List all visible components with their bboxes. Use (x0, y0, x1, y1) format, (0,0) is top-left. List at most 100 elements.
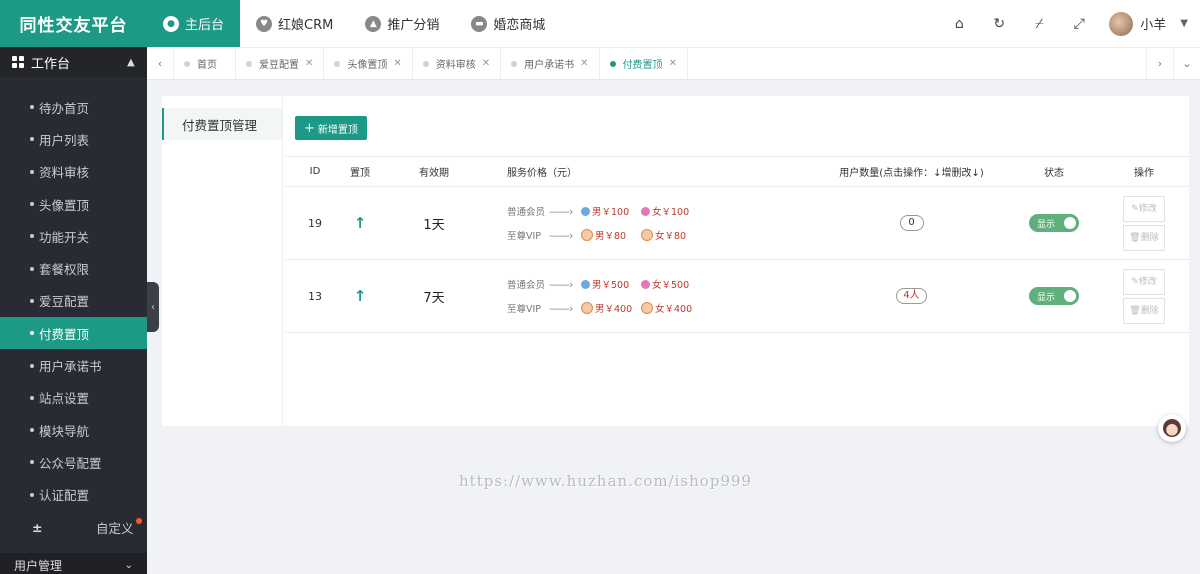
sidebar-item-label: 站点设置 (39, 391, 90, 407)
main-card: 付费置顶管理 + 新增置顶 ID 置顶 有效期 服务价格（元） 用户数量(点击操作… (162, 96, 1189, 426)
table-row: 13 ↑ 7天 普通会员 ——› 男￥500 女￥500 至尊VIP ——› 男… (284, 259, 1189, 333)
sidebar-item-users[interactable]: 用户列表 (0, 123, 147, 155)
plus-icon: + (304, 120, 315, 136)
edit-button[interactable]: ✎修改 (1123, 268, 1165, 295)
edit-button[interactable]: ✎修改 (1123, 195, 1165, 222)
tabs-prev-button[interactable]: ‹ (147, 47, 174, 80)
user-count-button[interactable]: 4人 (896, 288, 927, 304)
sidebar-item-site[interactable]: 站点设置 (0, 382, 147, 414)
sidebar-item-idol[interactable]: 爱豆配置 (0, 285, 147, 317)
watermark: https://www.huzhan.com/ishop999 (459, 472, 753, 490)
sidebar-item-custom[interactable]: ± 自定义 (0, 511, 147, 543)
valid-text: 7天 (423, 290, 445, 306)
close-icon[interactable]: ✕ (580, 58, 588, 69)
price-label: 普通会员 (507, 280, 546, 291)
topnav-mall[interactable]: ▬ 婚恋商城 (455, 0, 561, 47)
sidebar-item-label: 功能开关 (39, 229, 90, 245)
sidebar-item-review[interactable]: 资料审核 (0, 156, 147, 188)
table-header: ID 置顶 有效期 服务价格（元） 用户数量(点击操作：↓增删改↓) 状态 操作 (284, 156, 1189, 187)
avatar[interactable] (1109, 11, 1134, 36)
price-male: 男￥400 (595, 304, 633, 315)
tab-paid-top[interactable]: 付费置顶 ✕ (600, 47, 688, 80)
tab-label: 爱豆配置 (259, 60, 299, 71)
tabs: 首页 爱豆配置 ✕ 头像置顶 ✕ 资料审核 ✕ 用户承诺书 ✕ 付费置顶 ✕ (174, 47, 1146, 80)
username[interactable]: 小羊 (1140, 14, 1166, 33)
sidebar-item-label: 认证配置 (39, 488, 90, 504)
sidebar-item-paid-top[interactable]: 付费置顶 (0, 317, 147, 350)
delete-button[interactable]: 🗑删除 (1123, 297, 1165, 324)
menu-group-workbench[interactable]: 工作台 ▼ (0, 47, 147, 77)
cell-price: 普通会员 ——› 男￥100 女￥100 至尊VIP ——› 男￥80 女￥80 (494, 186, 814, 260)
menu-group-label: 用户管理 (14, 558, 63, 573)
pin-top-icon: ↑ (353, 214, 367, 232)
edit-label: 修改 (1138, 203, 1157, 214)
shop-icon: ▬ (471, 15, 488, 32)
customer-service-avatar[interactable] (1158, 414, 1186, 442)
tab-avatar-top[interactable]: 头像置顶 ✕ (324, 47, 413, 80)
col-top: 置顶 (346, 156, 374, 187)
sidebar-item-label: 套餐权限 (39, 262, 90, 278)
tab-review[interactable]: 资料审核 ✕ (413, 47, 502, 80)
cell-price: 普通会员 ——› 男￥500 女￥500 至尊VIP ——› 男￥400 女￥4… (494, 259, 814, 333)
refresh-icon[interactable]: ↻ (979, 16, 1019, 32)
chevron-down-icon: ⌄ (124, 559, 133, 571)
sidebar-item-plans[interactable]: 套餐权限 (0, 252, 147, 284)
tab-home[interactable]: 首页 (174, 47, 236, 80)
topnav-distribution[interactable]: ▲ 推广分销 (349, 0, 455, 47)
vip-male-icon (581, 229, 593, 241)
close-icon[interactable]: ✕ (305, 58, 313, 69)
caret-down-icon[interactable]: ▼ (1180, 18, 1188, 29)
sidebar-item-avatar-top[interactable]: 头像置顶 (0, 188, 147, 220)
tab-idol[interactable]: 爱豆配置 ✕ (236, 47, 325, 80)
price-line-vip: 至尊VIP ——› 男￥80 女￥80 (507, 223, 814, 247)
tabs-menu-button[interactable]: ⌄ (1173, 47, 1200, 80)
sidebar-item-todo[interactable]: 待办首页 (0, 91, 147, 123)
add-top-button[interactable]: + 新增置顶 (295, 116, 367, 140)
sidebar-item-modules[interactable]: 模块导航 (0, 414, 147, 446)
status-toggle[interactable]: 显示 (1029, 287, 1079, 305)
tab-label: 首页 (197, 60, 217, 71)
top-nav: ● 主后台 ♥ 红娘CRM ▲ 推广分销 ▬ 婚恋商城 (147, 0, 561, 47)
close-icon[interactable]: ✕ (393, 58, 401, 69)
tabs-bar: ‹ 首页 爱豆配置 ✕ 头像置顶 ✕ 资料审核 ✕ 用户承诺书 ✕ 付费置顶 ✕ › ⌄ (147, 47, 1200, 80)
fullscreen-icon[interactable]: ⤢ (1059, 16, 1099, 32)
heart-icon: ♥ (256, 15, 273, 32)
user-count-button[interactable]: 0 (899, 215, 924, 231)
status-label: 显示 (1037, 292, 1056, 303)
close-icon[interactable]: ✕ (482, 58, 490, 69)
price-line-normal: 普通会员 ——› 男￥500 女￥500 (507, 272, 814, 296)
add-button-label: 新增置顶 (317, 124, 358, 136)
delete-label: 删除 (1140, 305, 1159, 316)
topnav-main[interactable]: ● 主后台 (147, 0, 241, 47)
sidebar-item-pledge[interactable]: 用户承诺书 (0, 349, 147, 381)
sidebar-item-wechat[interactable]: 公众号配置 (0, 446, 147, 478)
table-row: 19 ↑ 1天 普通会员 ——› 男￥100 女￥100 至尊VIP ——› 男… (284, 186, 1189, 260)
top-bar: ● 主后台 ♥ 红娘CRM ▲ 推广分销 ▬ 婚恋商城 ⌂ ↻ ⌿ ⤢ 小羊 ▼ (147, 0, 1200, 47)
topnav-label: 主后台 (185, 18, 225, 33)
sidebar-collapse-button[interactable]: ‹ (147, 282, 159, 332)
sidebar-item-label: 用户承诺书 (39, 359, 102, 375)
close-icon[interactable]: ✕ (669, 58, 677, 69)
tab-pledge[interactable]: 用户承诺书 ✕ (501, 47, 600, 80)
delete-button[interactable]: 🗑删除 (1123, 224, 1165, 251)
sidebar-item-label: 自定义 (96, 520, 134, 536)
user-icon: ● (163, 15, 179, 32)
cell-id: 19 (284, 186, 346, 260)
clear-cache-icon[interactable]: ⌿ (1019, 16, 1059, 32)
status-toggle[interactable]: 显示 (1029, 214, 1079, 232)
cell-id: 13 (284, 259, 346, 333)
sidebar-item-switches[interactable]: 功能开关 (0, 220, 147, 252)
topnav-crm[interactable]: ♥ 红娘CRM (240, 0, 349, 47)
menu-group-user-mgmt[interactable]: 用户管理 ⌄ (0, 553, 147, 574)
tabs-next-button[interactable]: › (1146, 47, 1173, 80)
sidebar-item-auth[interactable]: 认证配置 (0, 479, 147, 511)
home-icon[interactable]: ⌂ (939, 16, 979, 32)
col-valid: 有效期 (374, 156, 494, 187)
vip-female-icon (641, 302, 653, 314)
male-icon (581, 206, 590, 216)
edit-label: 修改 (1138, 276, 1157, 287)
topnav-label: 红娘CRM (278, 18, 334, 33)
subnav-paid-top[interactable]: 付费置顶管理 (162, 108, 282, 140)
delete-label: 删除 (1140, 232, 1159, 243)
male-icon (581, 279, 590, 289)
